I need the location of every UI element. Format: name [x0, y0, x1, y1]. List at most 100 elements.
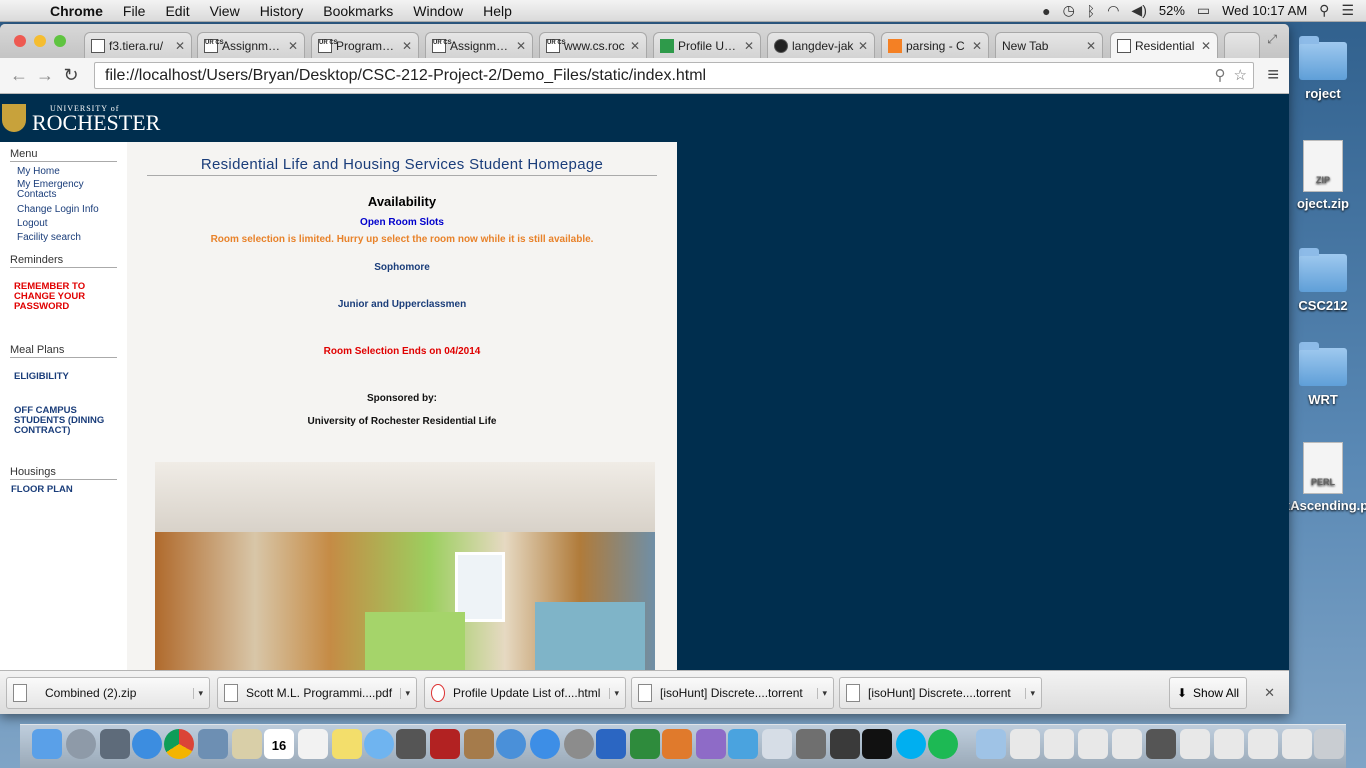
mail-icon[interactable]	[232, 729, 262, 759]
download-item[interactable]: Combined (2).zip ▾	[6, 677, 210, 709]
minimized-window-icon[interactable]	[1146, 729, 1176, 759]
minimized-window-icon[interactable]	[1078, 729, 1108, 759]
close-tab-icon[interactable]: ✕	[858, 39, 868, 53]
bookmark-star-icon[interactable]: ☆	[1234, 66, 1247, 84]
dropdown-caret-icon[interactable]: ▾	[609, 687, 619, 699]
desktop-file-project-zip[interactable]: ZIP oject.zip	[1283, 140, 1363, 211]
tab-f3-tiera[interactable]: f3.tiera.ru/ ✕	[84, 32, 192, 58]
minimized-window-icon[interactable]	[1112, 729, 1142, 759]
tab-programming[interactable]: UR CS Programmin ✕	[311, 32, 419, 58]
preview-icon[interactable]	[198, 729, 228, 759]
tab-parsing[interactable]: parsing - C ✕	[881, 32, 989, 58]
back-arrow-icon[interactable]: ←	[6, 65, 32, 86]
dropdown-caret-icon[interactable]: ▾	[1025, 687, 1035, 699]
minimize-window-button[interactable]	[34, 35, 46, 47]
sidebar-link-logout[interactable]: Logout	[17, 218, 127, 230]
skype-icon[interactable]	[896, 729, 926, 759]
close-tab-icon[interactable]: ✕	[1086, 39, 1096, 53]
close-window-button[interactable]	[14, 35, 26, 47]
sidebar-link-change-login[interactable]: Change Login Info	[17, 204, 127, 216]
spreadsheet-icon[interactable]	[762, 729, 792, 759]
zoom-icon[interactable]: ⚲	[1215, 66, 1226, 84]
desktop-folder-csc212[interactable]: CSC212	[1283, 248, 1363, 313]
lync-icon[interactable]	[728, 729, 758, 759]
menu-edit[interactable]: Edit	[155, 3, 199, 19]
powerpoint-icon[interactable]	[662, 729, 692, 759]
download-item[interactable]: Scott M.L. Programmi....pdf ▾	[217, 677, 417, 709]
sidebar-link-floor-plan[interactable]: FLOOR PLAN	[11, 485, 127, 495]
terminal-icon[interactable]	[862, 729, 892, 759]
itunes-icon[interactable]	[496, 729, 526, 759]
download-item[interactable]: Profile Update List of....html ▾	[424, 677, 626, 709]
minimized-window-icon[interactable]	[1010, 729, 1040, 759]
show-all-downloads-button[interactable]: ⬇ Show All	[1169, 677, 1247, 709]
close-tab-icon[interactable]: ✕	[630, 39, 640, 53]
close-tab-icon[interactable]: ✕	[516, 39, 526, 53]
app-store-icon[interactable]	[530, 729, 560, 759]
desktop-file-perl[interactable]: PERL xAscending.pl	[1283, 442, 1366, 513]
messages-icon[interactable]	[364, 729, 394, 759]
sidebar-link-emergency-contacts[interactable]: My Emergency Contacts	[17, 180, 107, 200]
close-shelf-icon[interactable]: ✕	[1264, 685, 1275, 701]
bluetooth-icon[interactable]: ᛒ	[1087, 3, 1095, 19]
tab-www-cs-roc[interactable]: UR CS www.cs.roc ✕	[539, 32, 647, 58]
menu-view[interactable]: View	[200, 3, 250, 19]
clock[interactable]: Wed 10:17 AM	[1222, 3, 1307, 18]
new-tab-button[interactable]	[1224, 32, 1260, 58]
download-item[interactable]: [isoHunt] Discrete....torrent ▾	[631, 677, 834, 709]
menu-bookmarks[interactable]: Bookmarks	[313, 3, 403, 19]
sidebar-link-my-home[interactable]: My Home	[17, 166, 127, 178]
tab-new-tab[interactable]: New Tab ✕	[995, 32, 1103, 58]
downloads-stack-icon[interactable]	[976, 729, 1006, 759]
reload-icon[interactable]: ↻	[58, 65, 84, 86]
minimized-window-icon[interactable]	[1248, 729, 1278, 759]
menu-help[interactable]: Help	[473, 3, 522, 19]
tab-assignment-1[interactable]: UR CS Assignment ✕	[197, 32, 305, 58]
word-icon[interactable]	[596, 729, 626, 759]
menu-history[interactable]: History	[250, 3, 314, 19]
sophomore-link[interactable]: Sophomore	[127, 262, 677, 273]
close-tab-icon[interactable]: ✕	[744, 39, 754, 53]
reminders-icon[interactable]	[298, 729, 328, 759]
sidebar-link-off-campus[interactable]: OFF CAMPUS STUDENTS (DINING CONTRACT)	[14, 406, 118, 436]
iphoto-icon[interactable]	[464, 729, 494, 759]
fullscreen-icon[interactable]: ⤢	[1267, 32, 1277, 47]
wifi-icon[interactable]: ◠	[1107, 2, 1119, 19]
tab-assignment-2[interactable]: UR CS Assignment ✕	[425, 32, 533, 58]
desktop-folder-project[interactable]: roject	[1283, 36, 1363, 101]
onenote-icon[interactable]	[696, 729, 726, 759]
chrome-icon[interactable]	[164, 729, 194, 759]
battery-icon[interactable]: ▭	[1197, 2, 1210, 19]
minimized-window-icon[interactable]	[1180, 729, 1210, 759]
photo-booth-icon[interactable]	[430, 729, 460, 759]
dropdown-caret-icon[interactable]: ▾	[817, 687, 827, 699]
close-tab-icon[interactable]: ✕	[288, 39, 298, 53]
minimized-window-icon[interactable]	[1044, 729, 1074, 759]
minimized-window-icon[interactable]	[1214, 729, 1244, 759]
close-tab-icon[interactable]: ✕	[1201, 39, 1211, 53]
mission-control-icon[interactable]	[100, 729, 130, 759]
safari-icon[interactable]	[132, 729, 162, 759]
automator-icon[interactable]	[796, 729, 826, 759]
dropdown-caret-icon[interactable]: ▾	[193, 687, 203, 699]
sublime-text-icon[interactable]	[830, 729, 860, 759]
launchpad-icon[interactable]	[66, 729, 96, 759]
volume-icon[interactable]: ◀)	[1131, 2, 1146, 19]
menu-file[interactable]: File	[113, 3, 156, 19]
excel-icon[interactable]	[630, 729, 660, 759]
sidebar-link-facility-search[interactable]: Facility search	[17, 232, 127, 244]
stickies-icon[interactable]	[332, 729, 362, 759]
close-tab-icon[interactable]: ✕	[402, 39, 412, 53]
spotify-icon[interactable]	[928, 729, 958, 759]
spotlight-search-icon[interactable]: ⚲	[1319, 2, 1329, 19]
tab-profile-update[interactable]: Profile Upda ✕	[653, 32, 761, 58]
open-room-slots-link[interactable]: Open Room Slots	[127, 217, 677, 228]
battery-percent[interactable]: 52%	[1159, 3, 1185, 18]
upperclassmen-link[interactable]: Junior and Upperclassmen	[127, 299, 677, 310]
skype-status-icon[interactable]: ●	[1042, 3, 1050, 19]
forward-arrow-icon[interactable]: →	[32, 65, 58, 86]
download-item[interactable]: [isoHunt] Discrete....torrent ▾	[839, 677, 1042, 709]
system-preferences-icon[interactable]	[564, 729, 594, 759]
chrome-menu-icon[interactable]: ≡	[1267, 64, 1279, 87]
tab-langdev[interactable]: langdev-jak ✕	[767, 32, 875, 58]
